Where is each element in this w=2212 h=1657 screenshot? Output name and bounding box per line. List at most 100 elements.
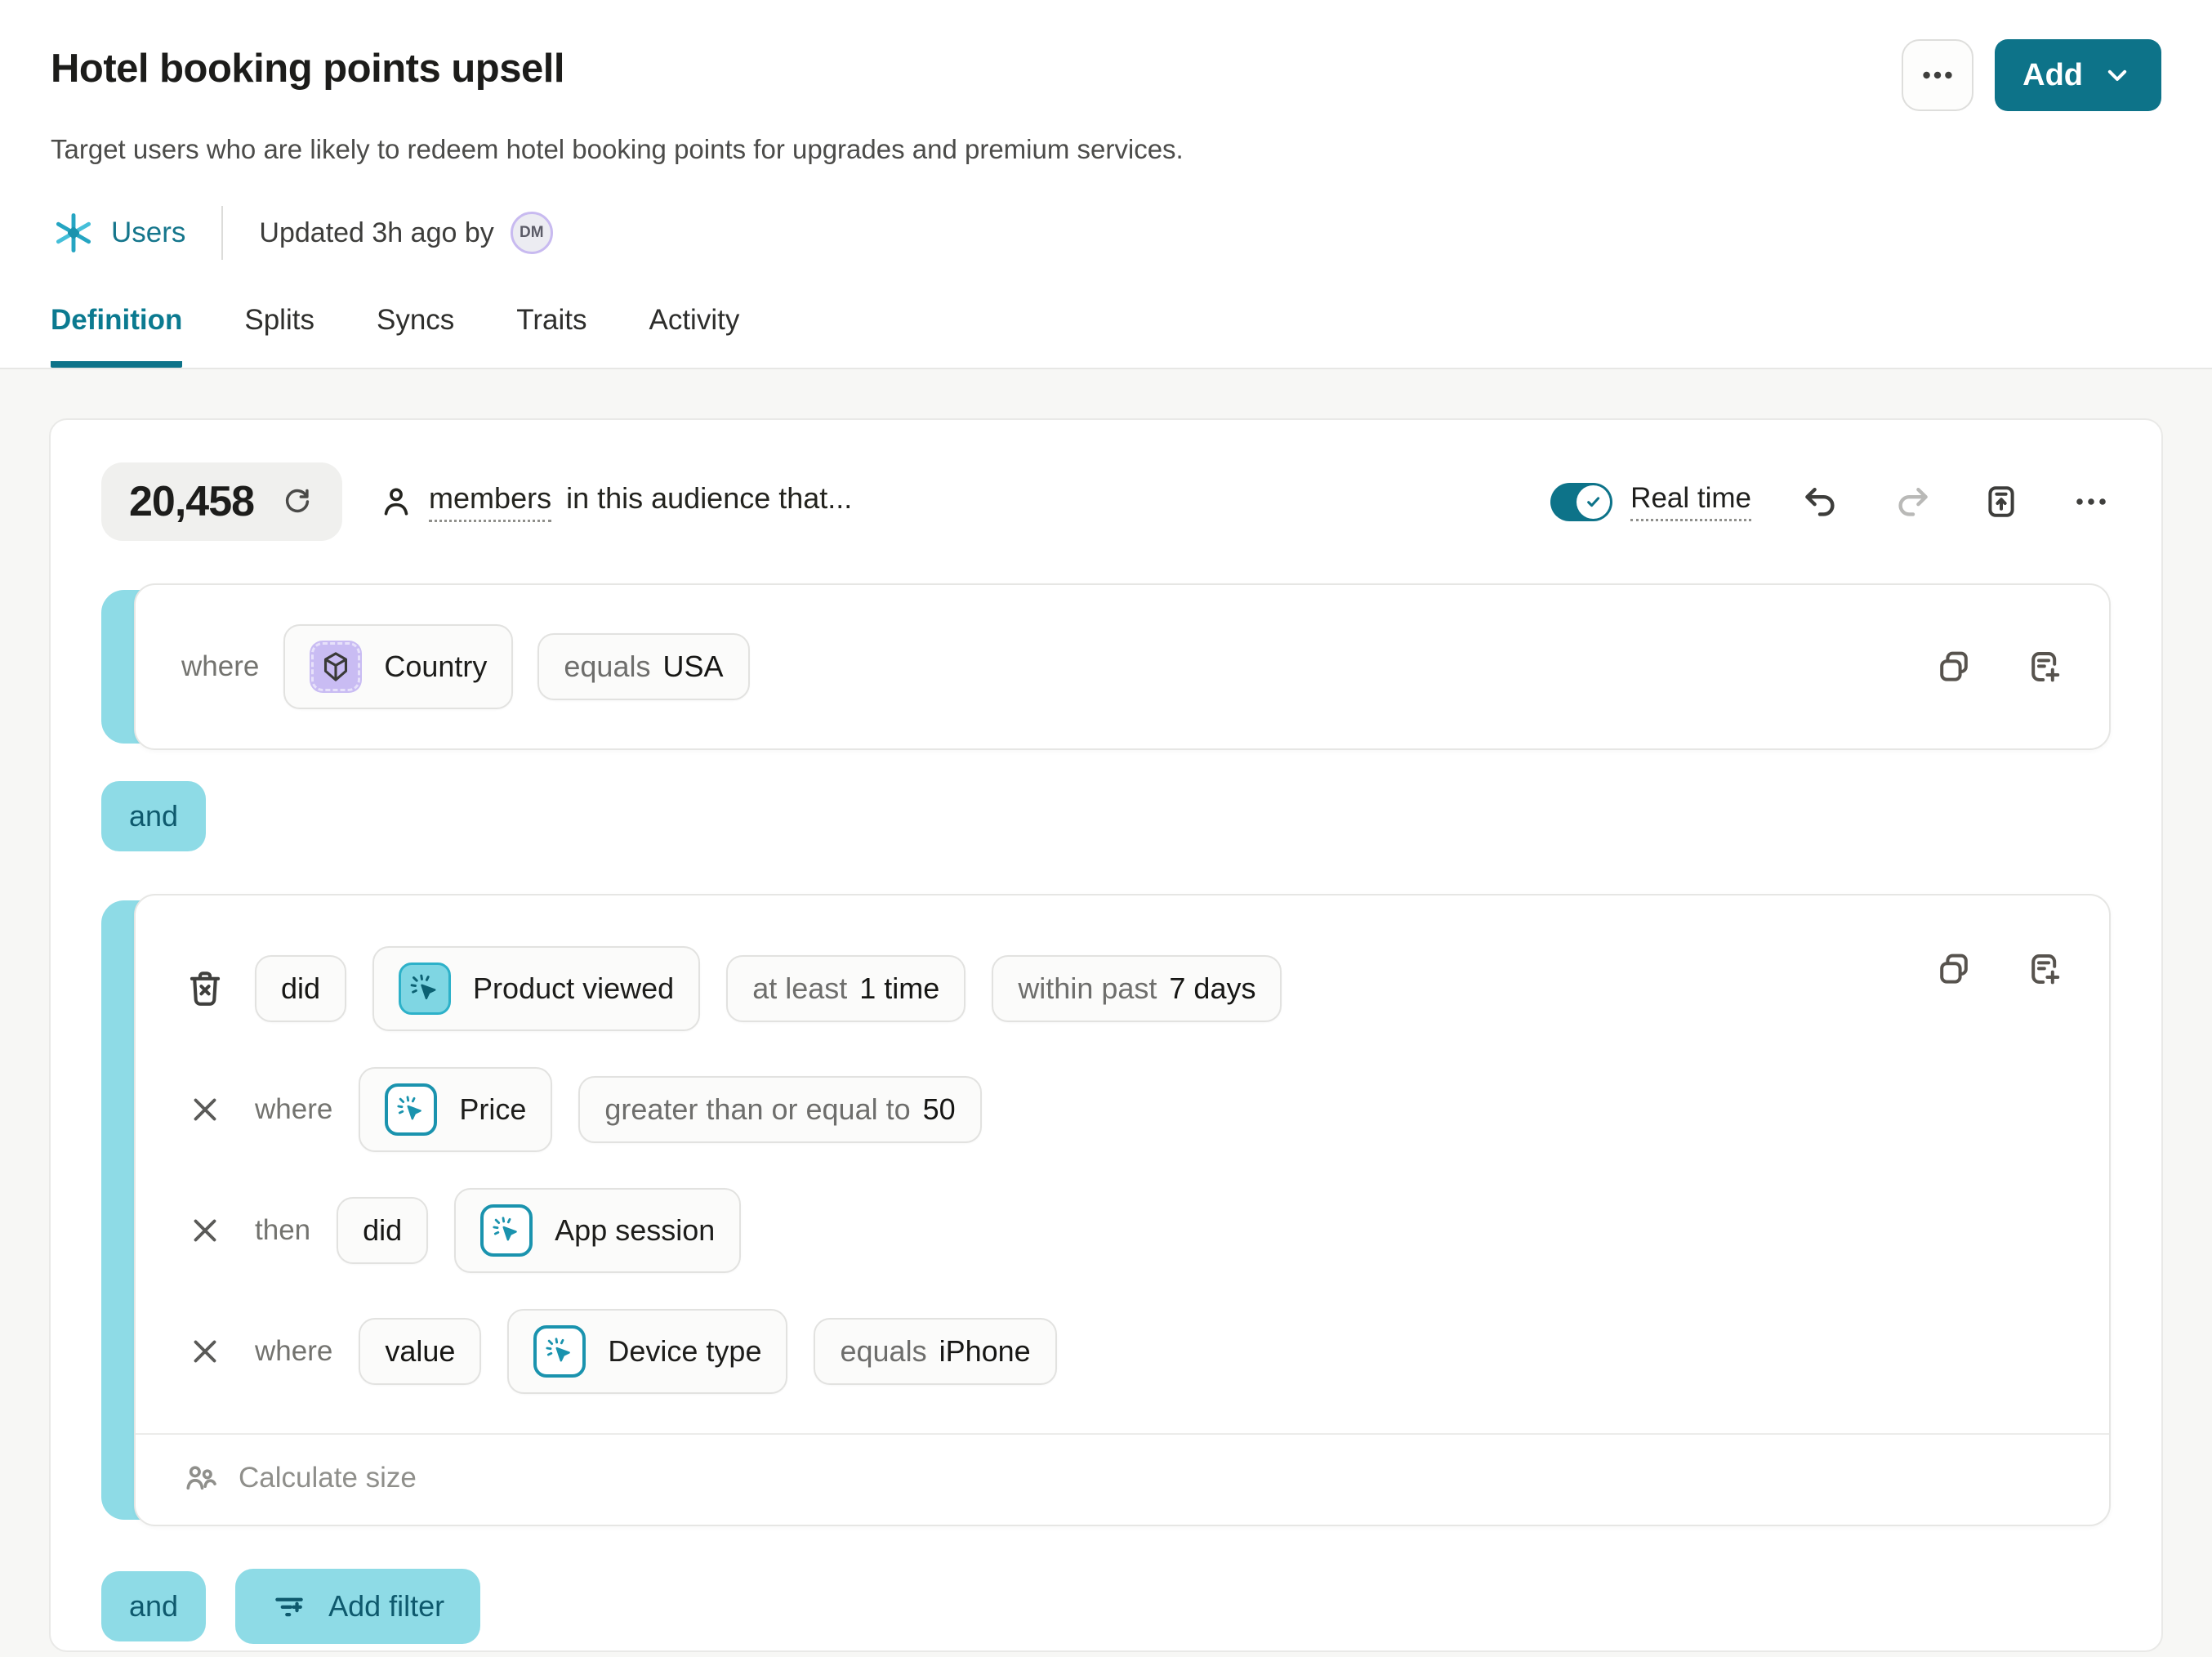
remove-row-button[interactable]	[186, 1091, 224, 1128]
note-add-icon	[2024, 647, 2063, 686]
operator-value: USA	[662, 650, 723, 684]
copy-icon	[1934, 949, 1973, 989]
condition-block-event: did Product viewed at least 1 time withi…	[101, 894, 2111, 1526]
members-suffix: in this audience that...	[566, 481, 852, 516]
property-chip-price[interactable]: Price	[359, 1067, 552, 1152]
calculate-size-button[interactable]: Calculate size	[136, 1433, 2109, 1525]
value-chip[interactable]: value	[359, 1318, 481, 1385]
condition-block-country: where Country equals USA	[101, 583, 2111, 750]
duplicate-condition-button[interactable]	[1934, 647, 1973, 686]
updated-text: Updated 3h ago by	[259, 217, 493, 249]
redo-icon	[1892, 482, 1931, 521]
audience-builder-card: 20,458 members in this audience that...	[49, 418, 2163, 1652]
tab-bar: Definition Splits Syncs Traits Activity	[0, 304, 2212, 369]
event-chip-product-viewed[interactable]: Product viewed	[372, 946, 700, 1031]
redo-button[interactable]	[1892, 482, 1931, 521]
undo-icon	[1802, 482, 1841, 521]
property-chip-label: Device type	[608, 1334, 761, 1369]
realtime-toggle-group[interactable]: Real time	[1550, 482, 1751, 521]
frequency-value: 1 time	[859, 971, 939, 1006]
close-icon	[186, 1333, 224, 1370]
add-note-button[interactable]	[2024, 647, 2063, 686]
more-actions-button[interactable]	[1902, 39, 1973, 111]
time-window-chip[interactable]: within past 7 days	[992, 955, 1282, 1022]
operator-text: equals	[840, 1334, 926, 1369]
filter-plus-icon	[271, 1588, 307, 1624]
tab-definition[interactable]: Definition	[51, 304, 182, 368]
tab-activity[interactable]: Activity	[649, 304, 739, 368]
joiner-and[interactable]: and	[101, 1571, 206, 1641]
frequency-chip[interactable]: at least 1 time	[726, 955, 966, 1022]
copy-icon	[1934, 647, 1973, 686]
operator-text: greater than or equal to	[604, 1092, 910, 1127]
property-chip-country[interactable]: Country	[283, 624, 513, 709]
realtime-toggle[interactable]	[1550, 483, 1612, 521]
event-chip-app-session[interactable]: App session	[454, 1188, 741, 1273]
property-chip-label: Country	[384, 650, 487, 684]
value-label: value	[385, 1334, 455, 1369]
operator-chip-equals-iphone[interactable]: equals iPhone	[814, 1318, 1056, 1385]
operator-text: equals	[564, 650, 650, 684]
user-icon	[378, 484, 414, 520]
window-operator: within past	[1018, 971, 1157, 1006]
vertical-divider	[221, 206, 223, 260]
member-count-pill: 20,458	[101, 462, 342, 541]
more-horizontal-icon	[1919, 56, 1956, 94]
add-filter-button[interactable]: Add filter	[235, 1569, 480, 1644]
card-more-button[interactable]	[2072, 482, 2111, 521]
property-chip-label: Price	[459, 1092, 526, 1127]
did-chip[interactable]: did	[255, 955, 346, 1022]
joiner-and[interactable]: and	[101, 781, 206, 851]
did-label: did	[363, 1213, 402, 1248]
delete-condition-button[interactable]	[184, 967, 226, 1010]
add-note-button[interactable]	[2024, 949, 2063, 989]
operator-chip-gte-50[interactable]: greater than or equal to 50	[578, 1076, 981, 1143]
note-add-icon	[2024, 949, 2063, 989]
entity-type-label: Users	[51, 210, 185, 256]
event-row: did Product viewed at least 1 time withi…	[181, 928, 2063, 1049]
row-label-where: where	[255, 1335, 332, 1368]
entity-type-text: Users	[111, 217, 185, 249]
avatar: DM	[511, 212, 553, 254]
pointer-click-icon	[399, 962, 451, 1015]
page-title: Hotel booking points upsell	[51, 46, 564, 92]
tab-syncs[interactable]: Syncs	[377, 304, 454, 368]
remove-row-button[interactable]	[186, 1212, 224, 1249]
then-event-row: then did App session	[181, 1170, 2063, 1291]
pointer-click-icon	[385, 1083, 437, 1136]
pointer-click-icon	[480, 1204, 533, 1257]
remove-row-button[interactable]	[186, 1333, 224, 1370]
close-icon	[186, 1212, 224, 1249]
check-icon	[1581, 489, 1606, 514]
trash-x-icon	[184, 967, 226, 1010]
page-header: Hotel booking points upsell Add Target u…	[0, 0, 2212, 260]
archive-up-icon	[1982, 482, 2021, 521]
property-chip-device-type[interactable]: Device type	[507, 1309, 787, 1394]
add-button[interactable]: Add	[1995, 39, 2161, 111]
duplicate-condition-button[interactable]	[1934, 949, 1973, 989]
did-chip[interactable]: did	[337, 1197, 428, 1264]
refresh-count-button[interactable]	[280, 485, 314, 519]
people-icon	[181, 1459, 219, 1497]
member-count: 20,458	[129, 477, 254, 526]
undo-button[interactable]	[1802, 482, 1841, 521]
page-description: Target users who are likely to redeem ho…	[51, 134, 2161, 165]
event-filter-row-device: where value Device type equals iPhone	[181, 1291, 2063, 1412]
snowflake-icon	[51, 210, 96, 256]
tab-splits[interactable]: Splits	[244, 304, 314, 368]
definition-panel: 20,458 members in this audience that...	[0, 369, 2212, 1657]
operator-value: 50	[923, 1092, 956, 1127]
event-chip-label: Product viewed	[473, 971, 674, 1006]
members-link[interactable]: members	[429, 481, 551, 522]
row-label-where: where	[255, 1093, 332, 1126]
calculate-size-label: Calculate size	[239, 1462, 417, 1494]
add-button-label: Add	[2022, 58, 2083, 93]
save-draft-button[interactable]	[1982, 482, 2021, 521]
cube-icon	[310, 641, 362, 693]
operator-value: iPhone	[939, 1334, 1031, 1369]
event-filter-row-price: where Price greater than or equal to 50	[181, 1049, 2063, 1170]
tab-traits[interactable]: Traits	[516, 304, 586, 368]
condition-prefix: where	[181, 650, 259, 683]
operator-chip-equals-usa[interactable]: equals USA	[537, 633, 749, 700]
refresh-icon	[280, 485, 314, 519]
